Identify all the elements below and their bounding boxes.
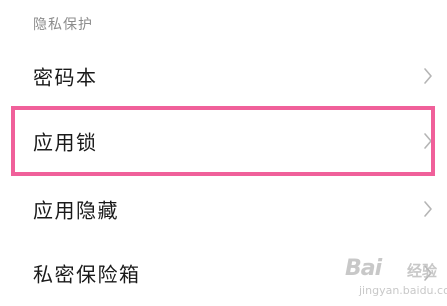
settings-item-app-hide[interactable]: 应用隐藏	[0, 176, 447, 242]
settings-item-label: 私密保险箱	[33, 262, 141, 287]
settings-item-password-book[interactable]: 密码本	[0, 43, 447, 109]
settings-item-private-safe[interactable]: 私密保险箱	[0, 240, 447, 306]
chevron-right-icon	[424, 201, 432, 217]
chevron-right-icon	[424, 265, 432, 281]
chevron-right-icon	[424, 133, 432, 149]
settings-item-label: 密码本	[33, 65, 98, 90]
chevron-right-icon	[424, 68, 432, 84]
section-title: 隐私保护	[33, 17, 93, 33]
settings-item-label: 应用锁	[33, 130, 98, 155]
settings-item-label: 应用隐藏	[33, 198, 119, 223]
settings-item-app-lock[interactable]: 应用锁	[0, 108, 447, 174]
